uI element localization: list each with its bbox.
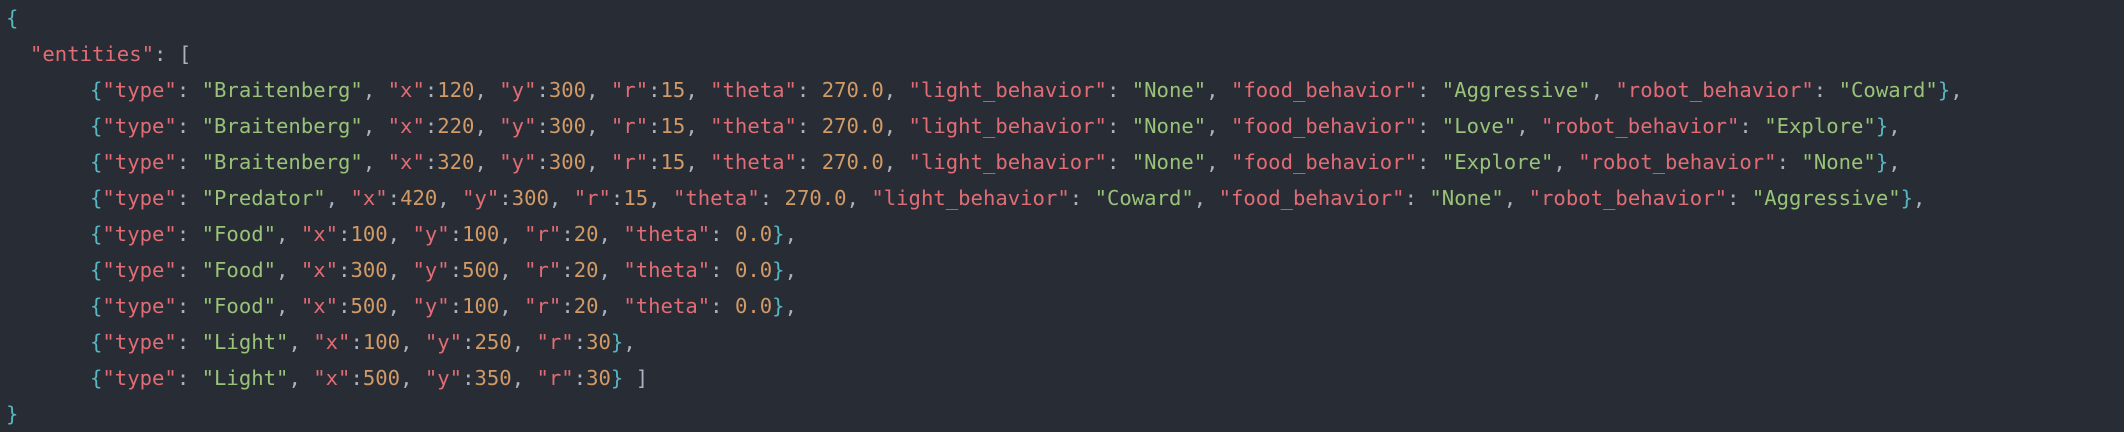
entity-line-7: {"type": "Food", "x":500, "y":100, "r":2… [90,294,797,318]
entity-line-6: {"type": "Food", "x":300, "y":500, "r":2… [90,258,797,282]
entity-line-5: {"type": "Food", "x":100, "y":100, "r":2… [90,222,797,246]
entity-line-9: {"type": "Light", "x":500, "y":350, "r":… [90,366,649,390]
entity-line-3: {"type": "Braitenberg", "x":320, "y":300… [90,150,1901,174]
entity-line-4: {"type": "Predator", "x":420, "y":300, "… [90,186,1926,210]
code-line-entities-key: "entities": [ [30,42,192,66]
code-editor[interactable]: { "entities": [ {"type": "Braitenberg", … [0,0,2124,432]
entity-line-2: {"type": "Braitenberg", "x":220, "y":300… [90,114,1901,138]
entity-line-8: {"type": "Light", "x":100, "y":250, "r":… [90,330,636,354]
entity-line-1: {"type": "Braitenberg", "x":120, "y":300… [90,78,1963,102]
code-line-close-brace: } [6,402,19,426]
code-line-open-brace: { [6,6,19,30]
